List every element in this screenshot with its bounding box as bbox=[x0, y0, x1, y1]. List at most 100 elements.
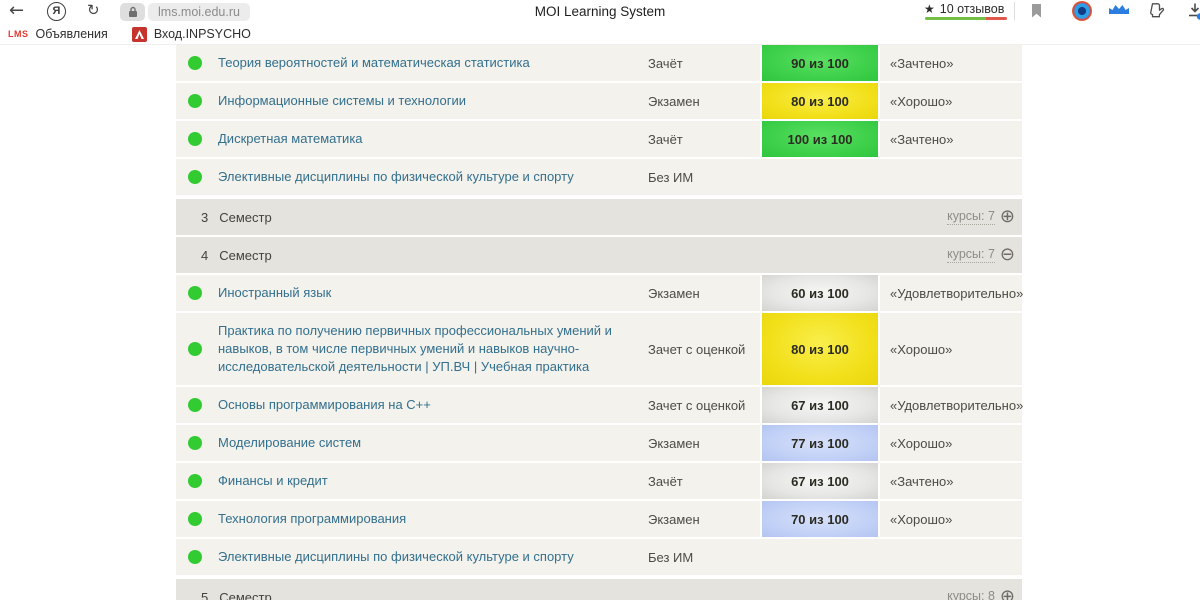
table-row: Финансы и кредит Зачёт 67 из 100 «Зачтен… bbox=[176, 463, 1022, 501]
crown-icon bbox=[1109, 5, 1129, 14]
bookmark-label: Объявления bbox=[36, 27, 108, 41]
site-reviews-button[interactable]: ★ 10 отзывов bbox=[924, 2, 1004, 16]
glove-extension-icon[interactable] bbox=[1148, 2, 1165, 24]
course-link[interactable]: Основы программирования на C++ bbox=[218, 387, 648, 423]
semester-number: 3 bbox=[201, 210, 208, 225]
assessment-type: Экзамен bbox=[648, 94, 760, 109]
rating-positive-segment bbox=[925, 17, 986, 20]
grades-table: Теория вероятностей и математическая ста… bbox=[176, 45, 1022, 600]
status-dot-icon bbox=[188, 286, 202, 300]
grade-text: «Хорошо» bbox=[880, 436, 1022, 451]
lms-favicon: LMS bbox=[8, 29, 29, 39]
assessment-type: Экзамен bbox=[648, 512, 760, 527]
toolbar-divider bbox=[1014, 2, 1015, 20]
grade-text: «Удовлетворительно» bbox=[880, 286, 1023, 301]
browser-toolbar: ← Я ↻ lms.moi.edu.ru MOI Learning System… bbox=[0, 0, 1200, 24]
grade-text: «Хорошо» bbox=[880, 512, 1022, 527]
score-cell: 70 из 100 bbox=[760, 501, 880, 537]
download-icon[interactable] bbox=[1186, 2, 1200, 25]
status-dot-icon bbox=[188, 436, 202, 450]
bookmarks-bar: LMS Объявления Вход.INPSYCHO bbox=[0, 24, 1200, 45]
assessment-type: Зачет с оценкой bbox=[648, 342, 760, 357]
courses-count-link[interactable]: курсы: 7 bbox=[947, 209, 995, 225]
bookmark-label: Вход.INPSYCHO bbox=[154, 27, 251, 41]
page-title: MOI Learning System bbox=[400, 4, 800, 19]
assessment-type: Экзамен bbox=[648, 436, 760, 451]
site-security-button[interactable] bbox=[120, 3, 145, 21]
status-dot-icon bbox=[188, 132, 202, 146]
bookmark-flag-icon[interactable] bbox=[1030, 3, 1043, 24]
score-cell: 77 из 100 bbox=[760, 425, 880, 461]
assessment-type: Зачёт bbox=[648, 132, 760, 147]
status-dot-icon bbox=[188, 170, 202, 184]
grade-text: «Хорошо» bbox=[880, 94, 1022, 109]
course-link[interactable]: Элективные дисциплины по физической куль… bbox=[218, 539, 648, 575]
status-dot-icon bbox=[188, 512, 202, 526]
grade-text: «Зачтено» bbox=[880, 56, 1022, 71]
bookmark-item-login[interactable]: Вход.INPSYCHO bbox=[132, 27, 251, 42]
score-cell: 90 из 100 bbox=[760, 45, 880, 81]
lock-icon bbox=[128, 6, 138, 18]
status-dot-icon bbox=[188, 56, 202, 70]
score-cell: 60 из 100 bbox=[760, 275, 880, 311]
table-row: Дискретная математика Зачёт 100 из 100 «… bbox=[176, 121, 1022, 159]
yandex-browser-icon[interactable]: Я bbox=[47, 2, 66, 21]
course-link[interactable]: Иностранный язык bbox=[218, 275, 648, 311]
table-row: Элективные дисциплины по физической куль… bbox=[176, 539, 1022, 577]
expand-icon[interactable]: ⊕ bbox=[1000, 588, 1015, 600]
bookmark-item-announcements[interactable]: LMS Объявления bbox=[8, 27, 108, 41]
semester-row[interactable]: 4 Семестр курсы: 7 ⊖ bbox=[176, 237, 1022, 273]
assessment-type: Зачёт bbox=[648, 56, 760, 71]
rating-bar bbox=[925, 17, 1007, 20]
course-link[interactable]: Моделирование систем bbox=[218, 425, 648, 461]
reviews-count-label: 10 отзывов bbox=[940, 2, 1005, 16]
courses-count-link[interactable]: курсы: 8 bbox=[947, 589, 995, 600]
status-dot-icon bbox=[188, 94, 202, 108]
semester-number: 4 bbox=[201, 248, 208, 263]
semester-row[interactable]: 3 Семестр курсы: 7 ⊕ bbox=[176, 199, 1022, 235]
assessment-type: Без ИМ bbox=[648, 170, 760, 185]
rating-negative-segment bbox=[986, 17, 1007, 20]
table-row: Элективные дисциплины по физической куль… bbox=[176, 159, 1022, 197]
collapse-icon[interactable]: ⊖ bbox=[1000, 246, 1015, 264]
score-cell: 80 из 100 bbox=[760, 83, 880, 119]
semester-label: Семестр bbox=[219, 248, 271, 263]
course-link[interactable]: Практика по получению первичных професси… bbox=[218, 313, 648, 385]
course-link[interactable]: Дискретная математика bbox=[218, 121, 648, 157]
status-dot-icon bbox=[188, 342, 202, 356]
course-link[interactable]: Финансы и кредит bbox=[218, 463, 648, 499]
table-row: Теория вероятностей и математическая ста… bbox=[176, 45, 1022, 83]
status-dot-icon bbox=[188, 398, 202, 412]
course-link[interactable]: Технология программирования bbox=[218, 501, 648, 537]
course-link[interactable]: Элективные дисциплины по физической куль… bbox=[218, 159, 648, 195]
assessment-type: Зачёт bbox=[648, 474, 760, 489]
semester-label: Семестр bbox=[219, 590, 271, 600]
course-link[interactable]: Теория вероятностей и математическая ста… bbox=[218, 45, 648, 81]
star-icon: ★ bbox=[924, 2, 935, 16]
assessment-type: Без ИМ bbox=[648, 550, 760, 565]
extension-icon[interactable] bbox=[1072, 1, 1092, 21]
grade-text: «Удовлетворительно» bbox=[880, 398, 1023, 413]
score-cell: 80 из 100 bbox=[760, 313, 880, 385]
table-row: Информационные системы и технологии Экза… bbox=[176, 83, 1022, 121]
table-row: Моделирование систем Экзамен 77 из 100 «… bbox=[176, 425, 1022, 463]
table-row: Практика по получению первичных професси… bbox=[176, 313, 1022, 387]
expand-icon[interactable]: ⊕ bbox=[1000, 208, 1015, 226]
semester-label: Семестр bbox=[219, 210, 271, 225]
score-cell: 67 из 100 bbox=[760, 387, 880, 423]
courses-count-link[interactable]: курсы: 7 bbox=[947, 247, 995, 263]
semester-row[interactable]: 5 Семестр курсы: 8 ⊕ bbox=[176, 579, 1022, 600]
assessment-type: Зачет с оценкой bbox=[648, 398, 760, 413]
grade-text: «Зачтено» bbox=[880, 474, 1022, 489]
course-link[interactable]: Информационные системы и технологии bbox=[218, 83, 648, 119]
grade-text: «Хорошо» bbox=[880, 342, 1022, 357]
back-icon[interactable]: ← bbox=[9, 0, 24, 21]
semester-number: 5 bbox=[201, 590, 208, 600]
university-favicon bbox=[132, 27, 147, 42]
assessment-type: Экзамен bbox=[648, 286, 760, 301]
address-bar[interactable]: lms.moi.edu.ru bbox=[148, 3, 250, 21]
grade-text: «Зачтено» bbox=[880, 132, 1022, 147]
status-dot-icon bbox=[188, 550, 202, 564]
refresh-icon[interactable]: ↻ bbox=[87, 1, 100, 19]
table-row: Основы программирования на C++ Зачет с о… bbox=[176, 387, 1022, 425]
